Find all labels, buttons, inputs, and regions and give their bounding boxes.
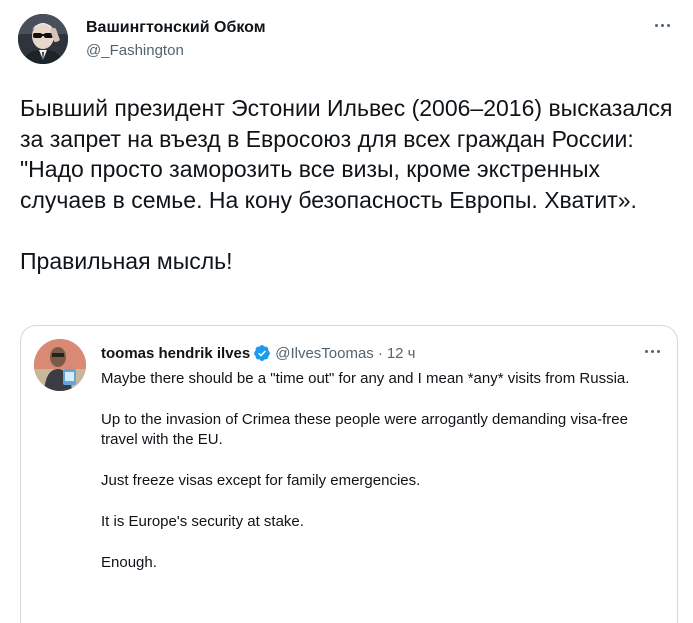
quoted-paragraph: Enough. — [101, 553, 157, 571]
author-avatar-image — [18, 14, 68, 64]
author-avatar[interactable] — [18, 14, 68, 64]
quoted-paragraph: Up to the invasion of Crimea these peopl… — [101, 410, 628, 449]
more-options-button[interactable] — [647, 14, 677, 36]
header-separator: · — [377, 344, 383, 362]
quoted-paragraph: Just freeze visas except for family emer… — [101, 472, 421, 489]
quoted-tweet[interactable]: toomas hendrik ilves @IlvesToomas · 12 ч… — [20, 325, 678, 623]
tweet-text: Бывший президент Эстонии Ильвес (2006–20… — [20, 93, 680, 276]
more-horizontal-icon — [654, 23, 670, 27]
verified-badge-icon — [254, 345, 271, 361]
quoted-paragraph: It is Europe's security at stake. — [101, 512, 304, 530]
quoted-more-options-button[interactable] — [637, 340, 667, 362]
more-horizontal-icon — [644, 349, 660, 353]
author-handle[interactable]: @_Fashington — [86, 42, 184, 59]
quoted-author-handle[interactable]: @IlvesToomas — [275, 345, 374, 362]
quoted-paragraph: Maybe there should be a "time out" for a… — [101, 370, 630, 387]
quoted-tweet-text: Maybe there should be a "time out" for a… — [101, 369, 661, 593]
quoted-tweet-header: toomas hendrik ilves @IlvesToomas · 12 ч — [101, 344, 415, 362]
quoted-author-avatar[interactable] — [34, 339, 86, 391]
tweet-paragraph: Бывший президент Эстонии Ильвес (2006–20… — [20, 95, 673, 213]
tweet-paragraph: Правильная мысль! — [20, 247, 233, 274]
quoted-author-name[interactable]: toomas hendrik ilves — [101, 345, 250, 362]
quoted-tweet-time[interactable]: 12 ч — [387, 345, 416, 362]
tweet[interactable]: Вашингтонский Обком @_Fashington Бывший … — [0, 0, 693, 623]
quoted-author-avatar-image — [34, 339, 86, 391]
author-name[interactable]: Вашингтонский Обком — [86, 19, 266, 37]
